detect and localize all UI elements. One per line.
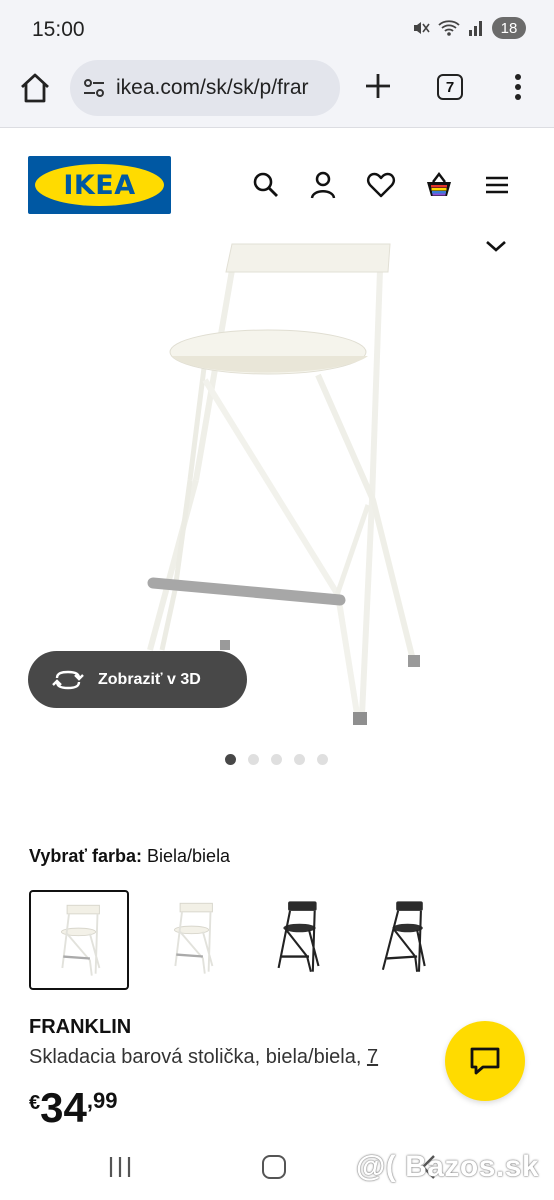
home-icon[interactable]	[18, 71, 52, 105]
gallery-pagination	[225, 754, 328, 765]
price-decimals: ,99	[86, 1088, 118, 1113]
logo-ellipse: IKEA	[35, 164, 164, 206]
tab-switcher-button[interactable]: 7	[437, 74, 463, 100]
url-text: ikea.com/sk/sk/p/frar	[116, 76, 309, 99]
white-chair-thumbnail	[173, 902, 214, 974]
product-measure-link[interactable]: 7	[367, 1046, 378, 1068]
view-3d-label: Zobraziť v 3D	[98, 670, 201, 688]
battery-indicator: 18	[492, 17, 526, 39]
black-chair-thumbnail	[277, 901, 320, 972]
heart-icon[interactable]	[366, 170, 396, 200]
color-swatch-black-1[interactable]	[252, 890, 352, 990]
account-icon[interactable]	[308, 170, 338, 200]
gallery-dot[interactable]	[271, 754, 282, 765]
product-name: FRANKLIN	[29, 1016, 132, 1038]
basket-icon[interactable]	[424, 170, 454, 200]
search-icon[interactable]	[251, 170, 281, 200]
home-nav-icon[interactable]	[262, 1155, 286, 1179]
more-options-icon[interactable]	[506, 72, 530, 102]
color-select-label: Vybrať farba: Biela/biela	[29, 846, 230, 867]
mute-icon	[414, 22, 430, 34]
chat-icon	[470, 1047, 500, 1075]
price-currency: €	[29, 1092, 41, 1114]
status-bar: 15:00 18	[0, 0, 554, 58]
browser-toolbar: ikea.com/sk/sk/p/frar 7	[0, 58, 554, 128]
product-description-text: Skladacia barová stolička, biela/biela,	[29, 1046, 367, 1068]
watermark: @( Bazos.sk	[356, 1150, 540, 1183]
price-integer: 34	[40, 1084, 87, 1131]
new-tab-icon[interactable]	[362, 70, 394, 102]
gallery-dot[interactable]	[317, 754, 328, 765]
site-settings-icon[interactable]	[82, 76, 106, 100]
rotate-3d-icon	[52, 670, 84, 689]
wifi-icon	[438, 20, 460, 36]
color-swatch-black-2[interactable]	[362, 890, 462, 990]
chevron-down-icon[interactable]	[484, 237, 508, 255]
status-time: 15:00	[32, 18, 85, 41]
black-chair-thumbnail	[381, 901, 426, 972]
logo-text: IKEA	[63, 169, 136, 201]
color-swatch-white-1[interactable]	[29, 890, 129, 990]
gallery-dot[interactable]	[248, 754, 259, 765]
ikea-logo[interactable]: IKEA	[28, 156, 171, 214]
color-swatch-white-2[interactable]	[144, 890, 244, 990]
white-chair-thumbnail	[60, 904, 101, 976]
recent-apps-icon[interactable]	[108, 1156, 132, 1178]
color-label-value: Biela/biela	[147, 846, 231, 866]
color-label-title: Vybrať farba:	[29, 846, 142, 866]
hamburger-menu-icon[interactable]	[482, 170, 512, 200]
gallery-dot[interactable]	[225, 754, 236, 765]
url-bar[interactable]: ikea.com/sk/sk/p/frar	[70, 60, 340, 116]
page: 15:00 18 ikea.com/sk/sk/p/frar 7 IKEA Zo…	[0, 0, 554, 1200]
product-description: Skladacia barová stolička, biela/biela, …	[29, 1046, 449, 1069]
chat-button[interactable]	[445, 1021, 525, 1101]
gallery-dot[interactable]	[294, 754, 305, 765]
signal-icon	[469, 21, 482, 36]
view-3d-button[interactable]: Zobraziť v 3D	[28, 651, 247, 708]
status-icons: 18	[412, 17, 526, 39]
product-price: € 34 ,99	[29, 1086, 117, 1130]
